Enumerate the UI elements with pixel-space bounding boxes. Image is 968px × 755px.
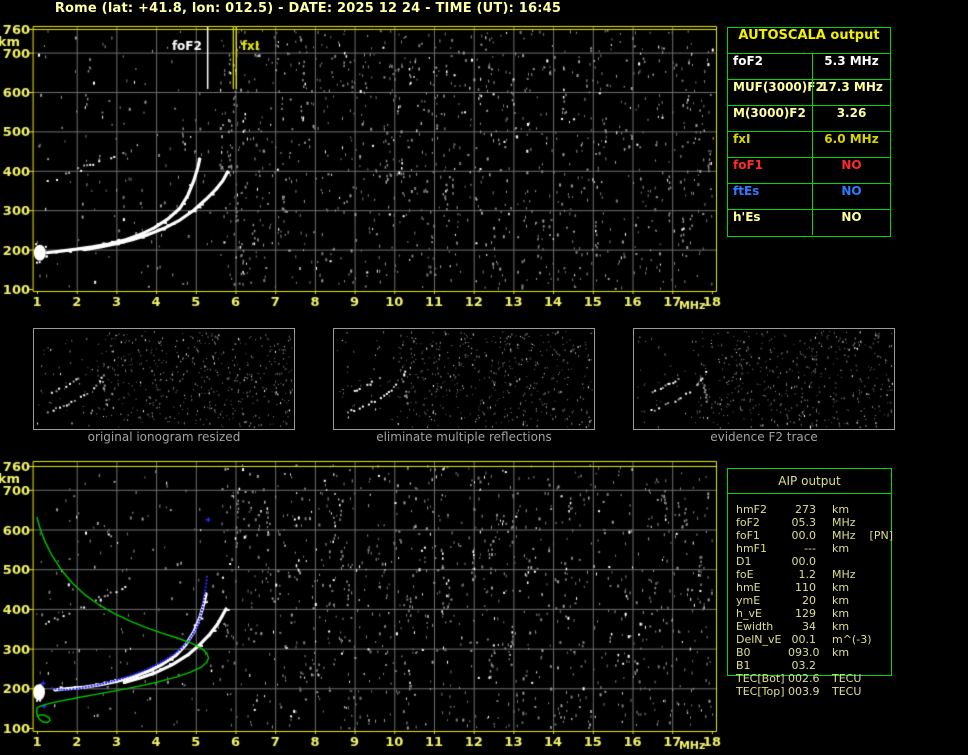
row-value: 003.9	[788, 685, 820, 698]
top-ionogram-canvas	[0, 18, 724, 314]
row-unit: km	[832, 620, 850, 633]
table-row-muf3000f2: MUF(3000)F2 17.3 MHz	[728, 80, 890, 106]
aip-row-ewidth: Ewidth 34 km	[736, 620, 891, 633]
thumbnail-evidence-f2-trace	[633, 328, 895, 430]
autoscala-table-header: AUTOSCALA output	[728, 28, 890, 54]
aip-row-fof2: foF2 05.3 MHz	[736, 516, 891, 529]
row-note: [PN]	[869, 529, 893, 542]
row-value: NO	[812, 210, 890, 235]
autoscala-output-table: AUTOSCALA output foF2 5.3 MHz MUF(3000)F…	[727, 27, 891, 237]
row-label: h_vE	[736, 607, 762, 620]
aip-row-hve: h_vE 129 km	[736, 607, 891, 620]
row-label: foF1	[736, 529, 760, 542]
row-value: NO	[812, 158, 890, 183]
row-value: 20	[802, 594, 816, 607]
row-value: 093.0	[788, 646, 820, 659]
row-value: 00.1	[791, 633, 817, 646]
row-label: DelN_vE	[736, 633, 782, 646]
row-label: B1	[736, 659, 751, 672]
row-label: MUF(3000)F2	[733, 80, 824, 94]
aip-table-header: AIP output	[728, 469, 891, 494]
aip-row-hme: hmE 110 km	[736, 581, 891, 594]
thumbnail-eliminate-reflections	[333, 328, 595, 430]
row-unit: TECU	[832, 672, 862, 685]
row-value: 03.2	[791, 659, 817, 672]
table-row-ftes: ftEs NO	[728, 184, 890, 210]
row-unit: TECU	[832, 685, 862, 698]
aip-row-yme: ymE 20 km	[736, 594, 891, 607]
row-label: fxI	[733, 132, 751, 146]
row-label: TEC[Bot]	[736, 672, 785, 685]
row-unit: km	[832, 503, 850, 516]
aip-row-b0: B0 093.0 km	[736, 646, 891, 659]
thumbnail-original-ionogram	[33, 328, 295, 430]
table-row-fof1: foF1 NO	[728, 158, 890, 184]
row-value: 5.3 MHz	[812, 54, 890, 79]
row-unit: MHz	[832, 568, 856, 581]
row-label: TEC[Top]	[736, 685, 785, 698]
row-value: ---	[804, 542, 816, 555]
aip-output-table: AIP output hmF2 273 km foF2 05.3 MHz foF1 00.…	[727, 468, 893, 698]
row-value: 110	[795, 581, 816, 594]
row-value: 34	[802, 620, 816, 633]
aip-rows: hmF2 273 km foF2 05.3 MHz foF1 00.0 MHz [PN] hm…	[728, 494, 893, 698]
row-label: foF2	[733, 54, 764, 68]
row-unit: km	[832, 581, 850, 594]
row-unit	[816, 659, 832, 672]
aip-row-tectop: TEC[Top] 003.9 TECU	[736, 685, 891, 698]
autoscala-app-window: Rome (lat: +41.8, lon: 012.5) - DATE: 20…	[0, 0, 968, 755]
row-value: 002.6	[788, 672, 820, 685]
table-row-fxi: fxI 6.0 MHz	[728, 132, 890, 158]
row-label: foE	[736, 568, 754, 581]
row-label: Ewidth	[736, 620, 774, 633]
row-label: ymE	[736, 594, 761, 607]
table-row-fof2: foF2 5.3 MHz	[728, 54, 890, 80]
table-row-hes: h'Es NO	[728, 210, 890, 235]
row-unit: MHz	[832, 529, 856, 542]
row-value: 17.3 MHz	[812, 80, 890, 105]
table-row-m3000f2: M(3000)F2 3.26	[728, 106, 890, 132]
row-value: 00.0	[791, 555, 817, 568]
aip-row-hmf1: hmF1 --- km	[736, 542, 891, 555]
thumbnail-caption: eliminate multiple reflections	[376, 430, 552, 444]
aip-row-fof1: foF1 00.0 MHz [PN]	[736, 529, 893, 542]
row-unit: km	[832, 542, 850, 555]
row-value: 273	[795, 503, 816, 516]
row-unit: km	[832, 646, 850, 659]
aip-row-delnve: DelN_vE 00.1 m^(-3)	[736, 633, 891, 646]
aip-row-hmf2: hmF2 273 km	[736, 503, 891, 516]
row-unit: MHz	[832, 516, 856, 529]
bottom-ionogram-canvas	[0, 458, 724, 752]
row-label: ftEs	[733, 184, 760, 198]
row-value: 1.2	[798, 568, 817, 581]
row-value: 3.26	[812, 106, 890, 131]
row-label: B0	[736, 646, 751, 659]
aip-row-b1: B1 03.2	[736, 659, 891, 672]
row-unit: m^(-3)	[832, 633, 872, 646]
row-label: hmE	[736, 581, 761, 594]
row-label: D1	[736, 555, 752, 568]
row-unit: km	[832, 607, 850, 620]
row-label: foF2	[736, 516, 760, 529]
row-value: 05.3	[791, 516, 817, 529]
aip-row-tecbot: TEC[Bot] 002.6 TECU	[736, 672, 891, 685]
row-value: NO	[812, 184, 890, 209]
row-label: M(3000)F2	[733, 106, 806, 120]
aip-row-d1: D1 00.0	[736, 555, 891, 568]
row-value: 00.0	[791, 529, 817, 542]
station-title: Rome (lat: +41.8, lon: 012.5) - DATE: 20…	[54, 1, 562, 16]
thumbnail-caption: evidence F2 trace	[710, 430, 818, 444]
row-label: hmF1	[736, 542, 768, 555]
row-unit	[816, 555, 832, 568]
row-unit: km	[832, 594, 850, 607]
row-value: 6.0 MHz	[812, 132, 890, 157]
row-value: 129	[795, 607, 816, 620]
row-label: hmF2	[736, 503, 768, 516]
thumbnail-caption: original ionogram resized	[87, 430, 241, 444]
aip-row-foe: foE 1.2 MHz	[736, 568, 891, 581]
row-label: foF1	[733, 158, 764, 172]
row-label: h'Es	[733, 210, 761, 224]
